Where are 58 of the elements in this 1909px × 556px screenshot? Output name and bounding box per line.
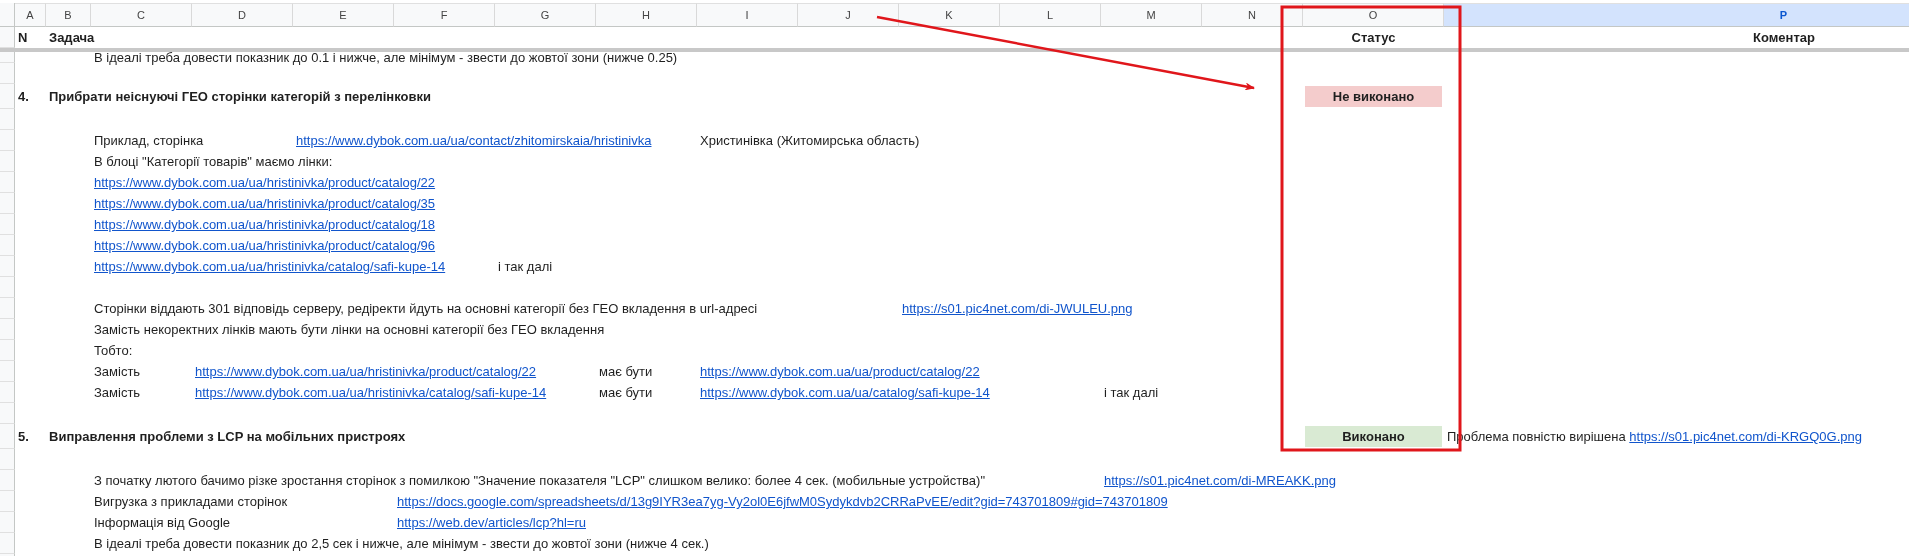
status-label: Виконано (1305, 426, 1442, 447)
header-cell: Статус (1351, 30, 1396, 45)
link[interactable]: https://www.dybok.com.ua/ua/catalog/safi-kupe-14 (700, 385, 990, 400)
header-cell: N (18, 30, 28, 45)
column-header[interactable]: M (1101, 3, 1202, 27)
link[interactable]: https://s01.pic4net.com/di-MREAKK.png (1104, 473, 1336, 488)
column-header[interactable]: E (293, 3, 394, 27)
link[interactable]: https://www.dybok.com.ua/ua/hristinivka/product/catalog/35 (94, 196, 436, 211)
column-header[interactable]: A (15, 3, 46, 27)
column-header[interactable]: H (596, 3, 697, 27)
column-header[interactable]: J (798, 3, 899, 27)
header-cell: Задача (49, 30, 95, 45)
column-header[interactable]: D (192, 3, 293, 27)
column-header[interactable]: I (697, 3, 798, 27)
cell-text: Замість некоректних лінків мають бути лінки на основні категорії без ГЕО вкладення (94, 322, 605, 337)
link[interactable]: https://web.dev/articles/lcp?hl=ru (397, 515, 586, 530)
column-header[interactable]: F (394, 3, 495, 27)
link[interactable]: https://www.dybok.com.ua/ua/contact/zhitomirskaia/hristinivka (296, 133, 652, 148)
cell-text: Замість (94, 364, 141, 379)
column-header[interactable]: G (495, 3, 596, 27)
cell-text: має бути (599, 364, 653, 379)
cell-text: Вигрузка з прикладами сторінок (94, 494, 288, 509)
cell-text: Тобто: (94, 343, 133, 358)
cell-text: Сторінки віддають 301 відповідь серверу, редіректи йдуть на основні категорії без ГЕО вкладення в url-адресі (94, 301, 758, 316)
link[interactable]: https://www.dybok.com.ua/ua/product/catalog/22 (700, 364, 980, 379)
cell-text: В ідеалі треба довести показник до 0.1 і нижче, але мінімум - звести до жовтої зони (нижче 0.25) (94, 52, 678, 63)
cell-text: Христинівка (Житомирська область) (700, 133, 920, 148)
task-number: 5. (18, 429, 29, 444)
link[interactable]: https://www.dybok.com.ua/ua/hristinivka/product/catalog/22 (94, 175, 436, 190)
cell-text: З початку лютого бачимо різке зростання сторінок з помилкою "Значение показателя "LCP" слишком велико: более 4 сек. (мобильные устройства)" (94, 473, 986, 488)
cell-text: Інформація від Google (94, 515, 230, 530)
cell-text: Замість (94, 385, 141, 400)
link[interactable]: https://www.dybok.com.ua/ua/hristinivka/catalog/safi-kupe-14 (94, 259, 446, 274)
cell-text: В ідеалі треба довести показник до 2,5 сек і нижче, але мінімум - звести до жовтої зони (нижче 4 сек.) (94, 536, 709, 551)
cell-text: і так далі (498, 259, 553, 274)
column-header[interactable]: L (1000, 3, 1101, 27)
cell-text: і так далі (1104, 385, 1159, 400)
header-cell: Коментар (1753, 30, 1815, 45)
link[interactable]: https://s01.pic4net.com/di-KRGQ0G.png (1629, 429, 1862, 444)
link[interactable]: https://docs.google.com/spreadsheets/d/13g9IYR3ea7yg-Vy2ol0E6jfwM0Sydykdvb2CRRaPvEE/edit?gid=743701809#gid=743701809 (397, 494, 1168, 509)
task-number: 4. (18, 89, 29, 104)
column-header[interactable]: K (899, 3, 1000, 27)
column-header[interactable]: C (91, 3, 192, 27)
cell-text: В блоці "Категорії товарів" маємо лінки: (94, 154, 333, 169)
column-header[interactable]: O (1303, 3, 1444, 27)
cell-text: Приклад, сторінка (94, 133, 204, 148)
status-label: Не виконано (1305, 86, 1442, 107)
link[interactable]: https://www.dybok.com.ua/ua/hristinivka/product/catalog/18 (94, 217, 436, 232)
link[interactable]: https://www.dybok.com.ua/ua/hristinivka/product/catalog/96 (94, 238, 436, 253)
cell-text: має бути (599, 385, 653, 400)
link[interactable]: https://s01.pic4net.com/di-JWULEU.png (902, 301, 1133, 316)
task-title: Виправлення проблеми з LCP на мобільних пристроях (49, 429, 406, 444)
link[interactable]: https://www.dybok.com.ua/ua/hristinivka/catalog/safi-kupe-14 (195, 385, 547, 400)
task-title: Прибрати неіснуючі ГЕО сторінки категорій з перелінковки (49, 89, 431, 104)
column-header[interactable]: N (1202, 3, 1303, 27)
column-header[interactable]: P (1444, 3, 1909, 27)
link[interactable]: https://www.dybok.com.ua/ua/hristinivka/product/catalog/22 (195, 364, 537, 379)
column-header[interactable]: B (46, 3, 91, 27)
